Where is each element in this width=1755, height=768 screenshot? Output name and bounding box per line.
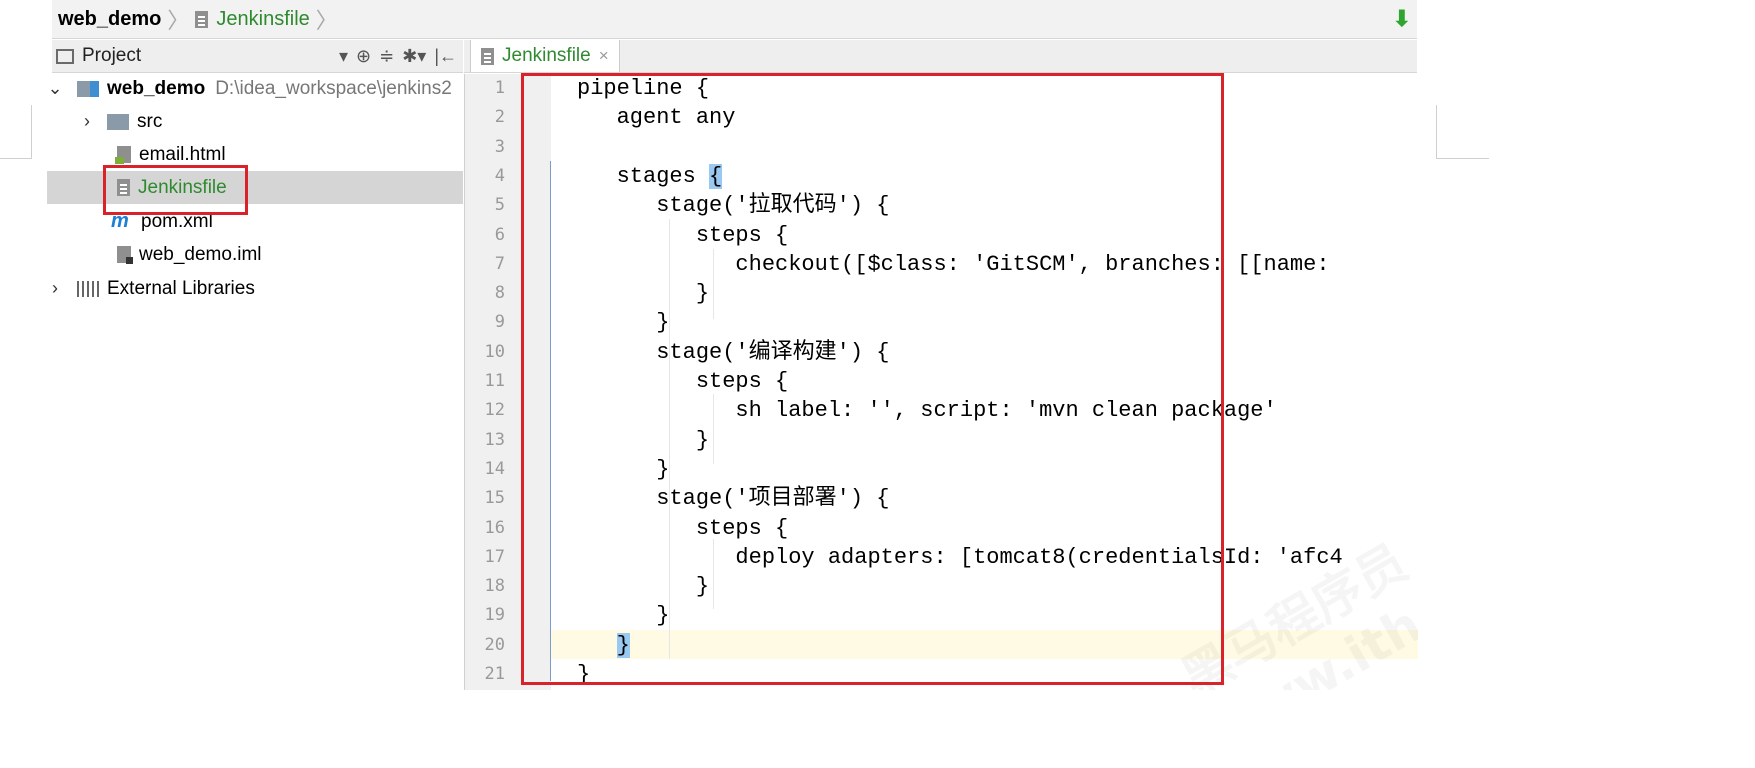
line-number: 1 — [494, 78, 505, 98]
frame-line-right-v — [1436, 105, 1437, 159]
line-number: 16 — [484, 517, 505, 538]
chevron-right-icon[interactable]: › — [79, 111, 95, 132]
close-icon[interactable]: × — [599, 46, 609, 66]
line-number: 7 — [494, 253, 505, 274]
tree-item-label: web_demo — [107, 77, 206, 99]
line-number: 5 — [494, 195, 505, 216]
library-icon — [77, 280, 99, 297]
line-number: 13 — [484, 429, 505, 450]
line-number: 4 — [494, 165, 505, 186]
tree-item-src[interactable]: › src — [47, 105, 463, 138]
tree-item-web-demo-iml[interactable]: web_demo.iml — [47, 238, 463, 271]
line-number: 10 — [484, 341, 505, 362]
frame-line-left — [0, 158, 32, 159]
line-number: 2 — [494, 107, 505, 128]
chevron-right-icon: 〉 — [315, 8, 338, 33]
breadcrumb-file[interactable]: Jenkinsfile — [216, 8, 309, 31]
chevron-right-icon[interactable]: › — [47, 278, 63, 299]
tree-item-external-libraries[interactable]: › External Libraries — [47, 272, 463, 305]
tree-item-label: src — [137, 110, 163, 132]
tree-item-web-demo[interactable]: ⌄ web_demo D:\idea_workspace\jenkins2 — [47, 72, 463, 105]
hide-panel-icon[interactable]: |← — [434, 46, 457, 67]
line-number: 6 — [494, 224, 505, 245]
tab-label: Jenkinsfile — [502, 45, 591, 66]
line-number: 19 — [484, 605, 505, 626]
tree-item-label: External Libraries — [107, 277, 255, 299]
annotation-box-code — [521, 73, 1224, 685]
line-number: 18 — [484, 576, 505, 597]
dropdown-arrow-icon[interactable]: ▾ — [339, 46, 348, 67]
locate-icon[interactable]: ⊕ — [356, 46, 371, 67]
iml-file-icon — [117, 246, 133, 264]
line-number: 17 — [484, 546, 505, 567]
editor-tab-bar: Jenkinsfile × — [464, 40, 1417, 73]
line-number: 21 — [484, 664, 505, 684]
frame-line-right — [1436, 158, 1489, 159]
line-number: 20 — [484, 634, 505, 655]
line-number: 8 — [494, 283, 505, 304]
file-icon — [195, 10, 209, 28]
project-panel-title[interactable]: Project — [82, 45, 141, 67]
tree-item-label: email.html — [139, 143, 226, 165]
breadcrumb: web_demo 〉 Jenkinsfile 〉 ⬇ — [52, 0, 1417, 39]
line-number: 15 — [484, 488, 505, 509]
line-number: 3 — [494, 136, 505, 157]
file-icon — [481, 47, 494, 65]
collapse-all-icon[interactable]: ≑ — [379, 46, 394, 67]
vcs-update-icon[interactable]: ⬇ — [1393, 6, 1411, 32]
chevron-right-icon: 〉 — [167, 8, 190, 33]
module-folder-icon — [77, 80, 99, 97]
line-number: 14 — [484, 458, 505, 479]
tab-jenkinsfile[interactable]: Jenkinsfile × — [470, 40, 620, 72]
tree-item-label: web_demo.iml — [139, 243, 262, 265]
chevron-down-icon[interactable]: ⌄ — [47, 78, 63, 99]
frame-line-left-v — [31, 105, 32, 159]
annotation-box-jenkinsfile — [103, 165, 248, 215]
project-panel-header: Project ▾ ⊕ ≑ ✱▾ |← — [52, 40, 463, 73]
line-number: 9 — [494, 312, 505, 333]
tree-item-path: D:\idea_workspace\jenkins2 — [215, 77, 452, 99]
folder-icon — [107, 113, 129, 130]
project-view-icon — [56, 48, 74, 64]
line-number: 11 — [484, 371, 505, 391]
breadcrumb-project[interactable]: web_demo — [58, 8, 161, 31]
html-file-icon — [115, 146, 131, 164]
gear-icon[interactable]: ✱▾ — [402, 46, 426, 67]
line-number: 12 — [484, 400, 505, 421]
